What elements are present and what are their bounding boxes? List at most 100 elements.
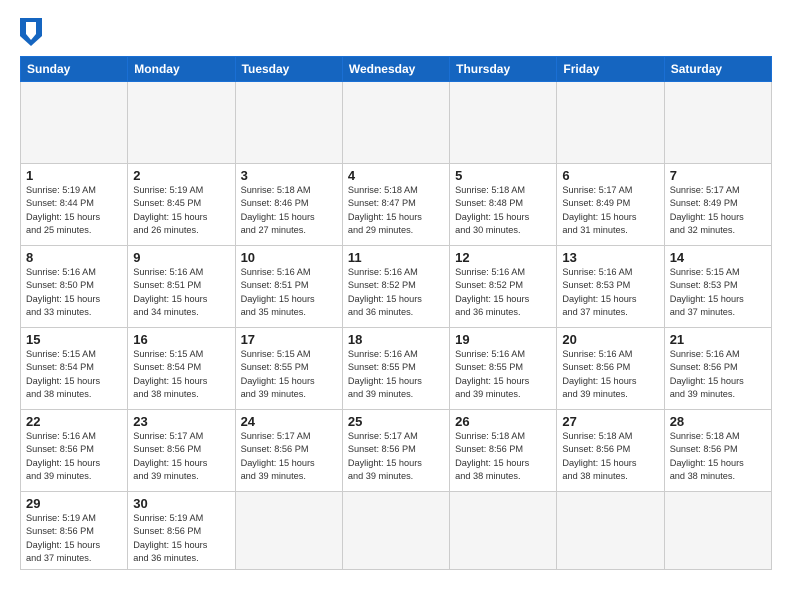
day-info: Sunrise: 5:16 AM Sunset: 8:52 PM Dayligh… — [348, 266, 444, 319]
calendar-table: SundayMondayTuesdayWednesdayThursdayFrid… — [20, 56, 772, 570]
calendar-cell: 24Sunrise: 5:17 AM Sunset: 8:56 PM Dayli… — [235, 410, 342, 492]
calendar-cell — [128, 82, 235, 164]
day-number: 4 — [348, 168, 444, 183]
day-info: Sunrise: 5:16 AM Sunset: 8:53 PM Dayligh… — [562, 266, 658, 319]
calendar-col-header: Friday — [557, 57, 664, 82]
day-number: 24 — [241, 414, 337, 429]
day-number: 18 — [348, 332, 444, 347]
calendar-cell: 19Sunrise: 5:16 AM Sunset: 8:55 PM Dayli… — [450, 328, 557, 410]
day-number: 17 — [241, 332, 337, 347]
day-info: Sunrise: 5:16 AM Sunset: 8:56 PM Dayligh… — [670, 348, 766, 401]
day-number: 6 — [562, 168, 658, 183]
calendar-week-row: 8Sunrise: 5:16 AM Sunset: 8:50 PM Daylig… — [21, 246, 772, 328]
calendar-cell: 8Sunrise: 5:16 AM Sunset: 8:50 PM Daylig… — [21, 246, 128, 328]
day-info: Sunrise: 5:17 AM Sunset: 8:49 PM Dayligh… — [562, 184, 658, 237]
calendar-cell — [450, 82, 557, 164]
calendar-cell: 10Sunrise: 5:16 AM Sunset: 8:51 PM Dayli… — [235, 246, 342, 328]
calendar-cell: 13Sunrise: 5:16 AM Sunset: 8:53 PM Dayli… — [557, 246, 664, 328]
day-number: 27 — [562, 414, 658, 429]
day-info: Sunrise: 5:15 AM Sunset: 8:53 PM Dayligh… — [670, 266, 766, 319]
day-info: Sunrise: 5:16 AM Sunset: 8:56 PM Dayligh… — [562, 348, 658, 401]
logo-icon — [20, 18, 42, 46]
day-number: 25 — [348, 414, 444, 429]
day-number: 5 — [455, 168, 551, 183]
calendar-cell: 30Sunrise: 5:19 AM Sunset: 8:56 PM Dayli… — [128, 492, 235, 570]
day-info: Sunrise: 5:15 AM Sunset: 8:54 PM Dayligh… — [133, 348, 229, 401]
day-info: Sunrise: 5:17 AM Sunset: 8:56 PM Dayligh… — [133, 430, 229, 483]
calendar-cell: 22Sunrise: 5:16 AM Sunset: 8:56 PM Dayli… — [21, 410, 128, 492]
calendar-cell: 27Sunrise: 5:18 AM Sunset: 8:56 PM Dayli… — [557, 410, 664, 492]
calendar-cell — [342, 82, 449, 164]
calendar-header-row: SundayMondayTuesdayWednesdayThursdayFrid… — [21, 57, 772, 82]
calendar-cell: 2Sunrise: 5:19 AM Sunset: 8:45 PM Daylig… — [128, 164, 235, 246]
calendar-cell: 6Sunrise: 5:17 AM Sunset: 8:49 PM Daylig… — [557, 164, 664, 246]
calendar-col-header: Saturday — [664, 57, 771, 82]
calendar-cell — [450, 492, 557, 570]
day-number: 8 — [26, 250, 122, 265]
calendar-cell: 9Sunrise: 5:16 AM Sunset: 8:51 PM Daylig… — [128, 246, 235, 328]
day-info: Sunrise: 5:16 AM Sunset: 8:50 PM Dayligh… — [26, 266, 122, 319]
day-number: 1 — [26, 168, 122, 183]
calendar-cell — [664, 82, 771, 164]
day-number: 12 — [455, 250, 551, 265]
day-info: Sunrise: 5:17 AM Sunset: 8:49 PM Dayligh… — [670, 184, 766, 237]
calendar-col-header: Sunday — [21, 57, 128, 82]
day-info: Sunrise: 5:16 AM Sunset: 8:55 PM Dayligh… — [455, 348, 551, 401]
calendar-week-row: 1Sunrise: 5:19 AM Sunset: 8:44 PM Daylig… — [21, 164, 772, 246]
calendar-cell: 12Sunrise: 5:16 AM Sunset: 8:52 PM Dayli… — [450, 246, 557, 328]
logo — [20, 18, 46, 46]
calendar-cell: 3Sunrise: 5:18 AM Sunset: 8:46 PM Daylig… — [235, 164, 342, 246]
calendar-cell — [557, 82, 664, 164]
header — [20, 18, 772, 46]
calendar-cell — [235, 492, 342, 570]
day-info: Sunrise: 5:18 AM Sunset: 8:56 PM Dayligh… — [670, 430, 766, 483]
day-number: 2 — [133, 168, 229, 183]
day-number: 22 — [26, 414, 122, 429]
calendar-cell — [235, 82, 342, 164]
calendar-cell — [557, 492, 664, 570]
calendar-cell: 25Sunrise: 5:17 AM Sunset: 8:56 PM Dayli… — [342, 410, 449, 492]
day-info: Sunrise: 5:16 AM Sunset: 8:56 PM Dayligh… — [26, 430, 122, 483]
calendar-cell: 14Sunrise: 5:15 AM Sunset: 8:53 PM Dayli… — [664, 246, 771, 328]
day-info: Sunrise: 5:19 AM Sunset: 8:44 PM Dayligh… — [26, 184, 122, 237]
calendar-cell: 1Sunrise: 5:19 AM Sunset: 8:44 PM Daylig… — [21, 164, 128, 246]
day-info: Sunrise: 5:18 AM Sunset: 8:56 PM Dayligh… — [562, 430, 658, 483]
calendar-cell: 28Sunrise: 5:18 AM Sunset: 8:56 PM Dayli… — [664, 410, 771, 492]
calendar-cell: 5Sunrise: 5:18 AM Sunset: 8:48 PM Daylig… — [450, 164, 557, 246]
calendar-week-row: 22Sunrise: 5:16 AM Sunset: 8:56 PM Dayli… — [21, 410, 772, 492]
day-number: 3 — [241, 168, 337, 183]
day-number: 19 — [455, 332, 551, 347]
calendar-cell — [664, 492, 771, 570]
day-info: Sunrise: 5:18 AM Sunset: 8:47 PM Dayligh… — [348, 184, 444, 237]
day-number: 28 — [670, 414, 766, 429]
calendar-cell: 21Sunrise: 5:16 AM Sunset: 8:56 PM Dayli… — [664, 328, 771, 410]
day-number: 10 — [241, 250, 337, 265]
day-number: 16 — [133, 332, 229, 347]
calendar-col-header: Tuesday — [235, 57, 342, 82]
day-info: Sunrise: 5:16 AM Sunset: 8:52 PM Dayligh… — [455, 266, 551, 319]
day-number: 14 — [670, 250, 766, 265]
calendar-cell: 7Sunrise: 5:17 AM Sunset: 8:49 PM Daylig… — [664, 164, 771, 246]
calendar-cell: 16Sunrise: 5:15 AM Sunset: 8:54 PM Dayli… — [128, 328, 235, 410]
calendar-cell: 26Sunrise: 5:18 AM Sunset: 8:56 PM Dayli… — [450, 410, 557, 492]
day-info: Sunrise: 5:18 AM Sunset: 8:56 PM Dayligh… — [455, 430, 551, 483]
calendar-week-row — [21, 82, 772, 164]
day-number: 20 — [562, 332, 658, 347]
day-number: 13 — [562, 250, 658, 265]
day-number: 26 — [455, 414, 551, 429]
day-number: 29 — [26, 496, 122, 511]
calendar-cell: 18Sunrise: 5:16 AM Sunset: 8:55 PM Dayli… — [342, 328, 449, 410]
calendar-cell: 17Sunrise: 5:15 AM Sunset: 8:55 PM Dayli… — [235, 328, 342, 410]
day-number: 21 — [670, 332, 766, 347]
calendar-col-header: Thursday — [450, 57, 557, 82]
day-info: Sunrise: 5:15 AM Sunset: 8:54 PM Dayligh… — [26, 348, 122, 401]
day-info: Sunrise: 5:16 AM Sunset: 8:51 PM Dayligh… — [133, 266, 229, 319]
calendar-week-row: 15Sunrise: 5:15 AM Sunset: 8:54 PM Dayli… — [21, 328, 772, 410]
day-number: 23 — [133, 414, 229, 429]
day-info: Sunrise: 5:17 AM Sunset: 8:56 PM Dayligh… — [348, 430, 444, 483]
calendar-cell: 29Sunrise: 5:19 AM Sunset: 8:56 PM Dayli… — [21, 492, 128, 570]
calendar-cell: 23Sunrise: 5:17 AM Sunset: 8:56 PM Dayli… — [128, 410, 235, 492]
day-number: 15 — [26, 332, 122, 347]
calendar-col-header: Monday — [128, 57, 235, 82]
calendar-cell: 20Sunrise: 5:16 AM Sunset: 8:56 PM Dayli… — [557, 328, 664, 410]
